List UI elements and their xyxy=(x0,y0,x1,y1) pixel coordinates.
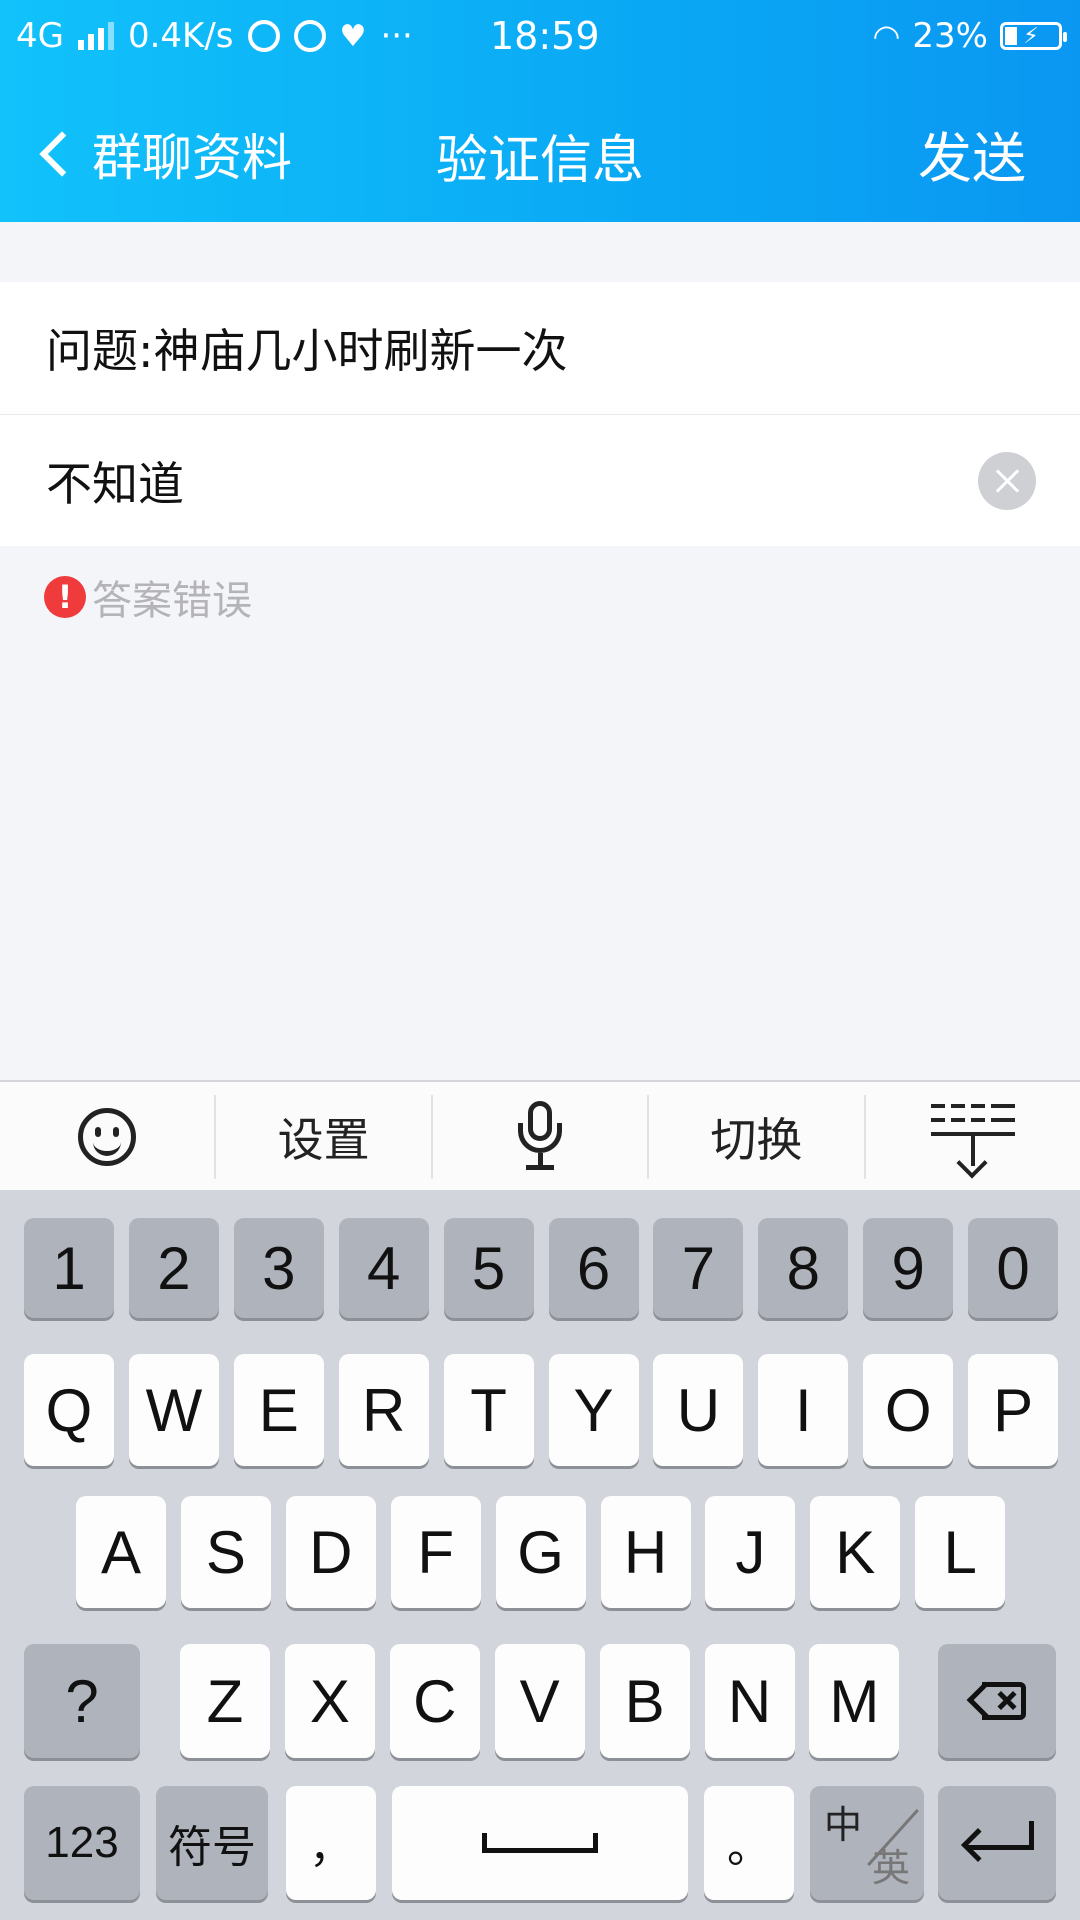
keyboard-toolbar: 设置 切换 xyxy=(0,1080,1080,1192)
smiley-icon xyxy=(78,1108,137,1166)
key-l[interactable]: L xyxy=(915,1496,1006,1608)
key-7[interactable]: 7 xyxy=(653,1218,744,1318)
numbers-key[interactable]: 123 xyxy=(24,1786,140,1900)
back-label: 群聊资料 xyxy=(92,129,292,187)
voice-input-button[interactable] xyxy=(430,1095,647,1179)
error-icon: ! xyxy=(44,576,86,618)
verification-form: 问题:神庙几小时刷新一次 xyxy=(0,282,1080,546)
key-w[interactable]: W xyxy=(128,1354,219,1466)
period-key[interactable]: 。 xyxy=(704,1786,794,1900)
key-j[interactable]: J xyxy=(705,1496,796,1608)
key-3[interactable]: 3 xyxy=(233,1218,324,1318)
battery-icon: ⚡ xyxy=(1000,22,1067,50)
key-v[interactable]: V xyxy=(494,1644,585,1758)
key-u[interactable]: U xyxy=(653,1354,744,1466)
key-z[interactable]: Z xyxy=(180,1644,270,1758)
language-switch-key[interactable]: 中 英 xyxy=(810,1786,924,1900)
key-a[interactable]: A xyxy=(76,1496,166,1608)
lang-en-label: 英 xyxy=(871,1848,910,1890)
clock: 18:59 xyxy=(490,14,600,58)
settings-button[interactable]: 设置 xyxy=(214,1095,430,1179)
key-4[interactable]: 4 xyxy=(338,1218,429,1318)
nav-bar: 群聊资料 验证信息 发送 xyxy=(0,92,1080,202)
signal-icon xyxy=(77,22,114,50)
key-2[interactable]: 2 xyxy=(128,1218,219,1318)
key-o[interactable]: O xyxy=(863,1354,954,1466)
send-button[interactable]: 发送 xyxy=(918,114,1026,193)
network-type: 4G xyxy=(16,16,64,56)
hide-keyboard-button[interactable] xyxy=(863,1095,1080,1179)
error-message: ! 答案错误 xyxy=(44,568,252,626)
more-notifications-icon: ··· xyxy=(380,16,413,56)
key-n[interactable]: N xyxy=(704,1644,795,1758)
vpn-shield-icon: ♥ xyxy=(339,18,367,54)
key-m[interactable]: M xyxy=(809,1644,900,1758)
space-key[interactable] xyxy=(392,1786,688,1900)
microphone-icon xyxy=(510,1101,570,1173)
key-6[interactable]: 6 xyxy=(548,1218,639,1318)
return-key[interactable] xyxy=(938,1786,1056,1900)
answer-row xyxy=(0,414,1080,546)
key-x[interactable]: X xyxy=(284,1644,375,1758)
key-k[interactable]: K xyxy=(810,1496,901,1608)
key-g[interactable]: G xyxy=(495,1496,586,1608)
key-0[interactable]: 0 xyxy=(968,1218,1059,1318)
error-text: 答案错误 xyxy=(92,578,252,624)
collapse-keyboard-icon xyxy=(930,1102,1015,1179)
comma-key[interactable]: ， xyxy=(286,1786,376,1900)
key-h[interactable]: H xyxy=(600,1496,691,1608)
answer-input[interactable] xyxy=(46,453,978,508)
lang-zh-label: 中 xyxy=(824,1805,863,1847)
keyboard: 1234567890QWERTYUIOPASDFGHJKLZXCVBNM ? 1… xyxy=(0,1190,1080,1920)
key-p[interactable]: P xyxy=(968,1354,1059,1466)
app-header: 4G 0.4K/s ♥ ··· 18:59 ◠ 23% ⚡ 群聊资料 验证信息 … xyxy=(0,0,1080,222)
switch-button[interactable]: 切换 xyxy=(647,1095,863,1179)
backspace-icon xyxy=(966,1681,1026,1720)
status-bar: 4G 0.4K/s ♥ ··· 18:59 ◠ 23% ⚡ xyxy=(0,0,1080,74)
key-8[interactable]: 8 xyxy=(758,1218,849,1318)
backspace-key[interactable] xyxy=(938,1644,1056,1758)
key-t[interactable]: T xyxy=(443,1354,534,1466)
wifi-icon: ◠ xyxy=(872,17,901,55)
key-f[interactable]: F xyxy=(390,1496,481,1608)
key-9[interactable]: 9 xyxy=(863,1218,954,1318)
emoji-button[interactable] xyxy=(0,1095,214,1179)
key-d[interactable]: D xyxy=(285,1496,376,1608)
key-c[interactable]: C xyxy=(389,1644,480,1758)
chevron-left-icon xyxy=(39,131,85,177)
key-5[interactable]: 5 xyxy=(443,1218,534,1318)
key-b[interactable]: B xyxy=(599,1644,690,1758)
key-i[interactable]: I xyxy=(758,1354,849,1466)
network-speed: 0.4K/s xyxy=(127,16,234,56)
symbols-key[interactable]: 符号 xyxy=(156,1786,268,1900)
key-e[interactable]: E xyxy=(233,1354,324,1466)
key-s[interactable]: S xyxy=(180,1496,271,1608)
space-icon xyxy=(482,1833,598,1853)
return-arrow-icon xyxy=(960,1821,1034,1865)
back-button[interactable]: 群聊资料 xyxy=(39,118,292,190)
battery-percent: 23% xyxy=(912,16,988,56)
clear-input-icon[interactable] xyxy=(978,451,1036,510)
key-y[interactable]: Y xyxy=(548,1354,639,1466)
key-r[interactable]: R xyxy=(338,1354,429,1466)
key-1[interactable]: 1 xyxy=(24,1218,114,1318)
qq-notification-icon xyxy=(247,20,280,52)
key-q[interactable]: Q xyxy=(24,1354,114,1466)
question-row: 问题:神庙几小时刷新一次 xyxy=(0,282,1080,414)
question-text: 问题:神庙几小时刷新一次 xyxy=(46,324,568,378)
qq-notification-icon-2 xyxy=(293,20,326,52)
question-mark-key[interactable]: ? xyxy=(24,1644,140,1758)
